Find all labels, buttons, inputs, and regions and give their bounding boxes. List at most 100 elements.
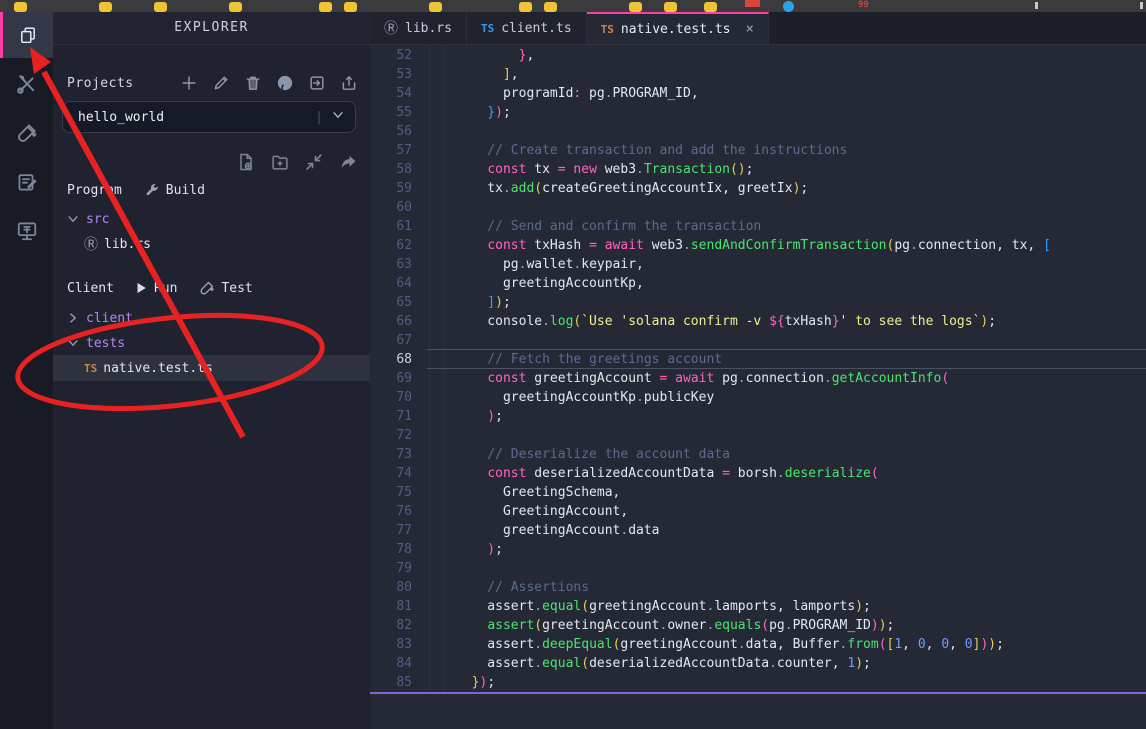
code-line[interactable]: 69 const greetingAccount = await pg.conn… bbox=[370, 369, 1146, 388]
tree-folder-tests[interactable]: tests bbox=[53, 332, 370, 354]
code-text: ], bbox=[456, 65, 519, 84]
rename-project-button[interactable] bbox=[212, 74, 230, 92]
code-line[interactable]: 75 GreetingSchema, bbox=[370, 483, 1146, 502]
tab-native-test-ts[interactable]: TS native.test.ts × bbox=[587, 12, 769, 44]
test-tube-icon bbox=[199, 280, 215, 296]
import-project-button[interactable] bbox=[308, 74, 326, 92]
code-line[interactable]: 84 assert.equal(deserializedAccountData.… bbox=[370, 654, 1146, 673]
code-line[interactable]: 74 const deserializedAccountData = borsh… bbox=[370, 464, 1146, 483]
code-line[interactable]: 61 // Send and confirm the transaction bbox=[370, 217, 1146, 236]
github-button[interactable] bbox=[276, 74, 294, 92]
chevron-down-icon bbox=[331, 108, 345, 126]
code-line[interactable]: 52 }, bbox=[370, 46, 1146, 65]
code-line[interactable]: 55 }); bbox=[370, 103, 1146, 122]
explorer-panel: EXPLORER Projects hello_world | Program … bbox=[53, 12, 371, 729]
new-file-button[interactable] bbox=[236, 152, 256, 172]
code-line[interactable]: 58 const tx = new web3.Transaction(); bbox=[370, 160, 1146, 179]
bookmark-favicon bbox=[704, 2, 717, 12]
code-line[interactable]: 81 assert.equal(greetingAccount.lamports… bbox=[370, 597, 1146, 616]
tree-folder-src[interactable]: src bbox=[53, 208, 370, 230]
tree-file-librs[interactable]: Ⓡ lib.rs bbox=[53, 233, 370, 255]
code-line[interactable]: 72 bbox=[370, 426, 1146, 445]
play-icon bbox=[134, 281, 148, 295]
code-line[interactable]: 65 ]); bbox=[370, 293, 1146, 312]
line-number: 59 bbox=[370, 179, 412, 198]
code-line[interactable]: 71 ); bbox=[370, 407, 1146, 426]
line-number: 55 bbox=[370, 103, 412, 122]
delete-project-button[interactable] bbox=[244, 74, 262, 92]
code-text: const txHash = await web3.sendAndConfirm… bbox=[456, 236, 1051, 255]
code-text: GreetingAccount, bbox=[456, 502, 628, 521]
code-line[interactable]: 70 greetingAccountKp.publicKey bbox=[370, 388, 1146, 407]
code-text: ]); bbox=[456, 293, 511, 312]
code-text: tx.add(createGreetingAccountIx, greetIx)… bbox=[456, 179, 808, 198]
rust-icon: Ⓡ bbox=[384, 18, 398, 38]
line-number: 75 bbox=[370, 483, 412, 502]
activity-item-test[interactable] bbox=[0, 110, 53, 156]
code-line[interactable]: 56 bbox=[370, 122, 1146, 141]
rust-icon: Ⓡ bbox=[84, 234, 98, 254]
activity-item-explorer[interactable] bbox=[0, 12, 53, 58]
code-line[interactable]: 82 assert(greetingAccount.owner.equals(p… bbox=[370, 616, 1146, 635]
chevron-right-icon bbox=[66, 311, 80, 325]
bookmark-favicon bbox=[664, 2, 677, 12]
code-text: // Fetch the greetings account bbox=[456, 350, 722, 369]
export-project-button[interactable] bbox=[340, 74, 358, 92]
code-text: // Assertions bbox=[456, 578, 589, 597]
build-button[interactable]: Build bbox=[144, 182, 205, 198]
bookmark-favicon bbox=[319, 2, 332, 12]
tab-librs[interactable]: Ⓡ lib.rs bbox=[370, 12, 467, 44]
tree-folder-client[interactable]: client bbox=[53, 307, 370, 329]
projects-label: Projects bbox=[67, 76, 134, 91]
tree-file-native-test[interactable]: TS native.test.ts bbox=[53, 355, 370, 381]
line-number: 60 bbox=[370, 198, 412, 217]
code-line[interactable]: 73 // Deserialize the account data bbox=[370, 445, 1146, 464]
code-line[interactable]: 67 bbox=[370, 331, 1146, 350]
code-text: assert.equal(deserializedAccountData.cou… bbox=[456, 654, 871, 673]
code-line[interactable]: 53 ], bbox=[370, 65, 1146, 84]
line-number: 53 bbox=[370, 65, 412, 84]
code-line[interactable]: 85 }); bbox=[370, 673, 1146, 692]
code-line[interactable]: 66 console.log(`Use 'solana confirm -v $… bbox=[370, 312, 1146, 331]
line-number: 69 bbox=[370, 369, 412, 388]
activity-item-programs[interactable] bbox=[0, 208, 53, 254]
activity-item-build-tools[interactable] bbox=[0, 61, 53, 107]
bookmark-favicon bbox=[229, 2, 242, 12]
code-line[interactable]: 80 // Assertions bbox=[370, 578, 1146, 597]
new-folder-button[interactable] bbox=[270, 152, 290, 172]
activity-item-tutorials[interactable] bbox=[0, 159, 53, 205]
code-line[interactable]: 64 greetingAccountKp, bbox=[370, 274, 1146, 293]
code-line[interactable]: 54 programId: pg.PROGRAM_ID, bbox=[370, 84, 1146, 103]
code-text: assert.equal(greetingAccount.lamports, l… bbox=[456, 597, 871, 616]
test-button[interactable]: Test bbox=[199, 280, 252, 296]
code-line[interactable]: 76 GreetingAccount, bbox=[370, 502, 1146, 521]
bookmark-favicon bbox=[429, 2, 442, 12]
bookmark-favicon: 99 bbox=[858, 0, 869, 10]
code-line[interactable]: 79 bbox=[370, 559, 1146, 578]
code-line[interactable]: 68 // Fetch the greetings account bbox=[370, 350, 1146, 369]
code-text: assert.deepEqual(greetingAccount.data, B… bbox=[456, 635, 1004, 654]
code-line[interactable]: 83 assert.deepEqual(greetingAccount.data… bbox=[370, 635, 1146, 654]
close-tab-icon[interactable]: × bbox=[746, 21, 754, 37]
line-number: 57 bbox=[370, 141, 412, 160]
code-line[interactable]: 63 pg.wallet.keypair, bbox=[370, 255, 1146, 274]
project-select[interactable]: hello_world | bbox=[62, 101, 356, 133]
build-tools-icon bbox=[16, 73, 38, 95]
new-project-button[interactable] bbox=[180, 74, 198, 92]
code-line[interactable]: 62 const txHash = await web3.sendAndConf… bbox=[370, 236, 1146, 255]
test-icon bbox=[16, 122, 38, 144]
collapse-folders-button[interactable] bbox=[304, 152, 324, 172]
line-number: 63 bbox=[370, 255, 412, 274]
code-text: greetingAccountKp, bbox=[456, 274, 644, 293]
share-button[interactable] bbox=[338, 152, 358, 172]
code-line[interactable]: 57 // Create transaction and add the ins… bbox=[370, 141, 1146, 160]
code-line[interactable]: 77 greetingAccount.data bbox=[370, 521, 1146, 540]
explorer-icon bbox=[19, 26, 37, 44]
code-line[interactable]: 78 ); bbox=[370, 540, 1146, 559]
tab-clientts[interactable]: TS client.ts bbox=[467, 12, 587, 44]
code-line[interactable]: 59 tx.add(createGreetingAccountIx, greet… bbox=[370, 179, 1146, 198]
run-button[interactable]: Run bbox=[134, 281, 177, 296]
line-number: 71 bbox=[370, 407, 412, 426]
tutorials-icon bbox=[16, 171, 38, 193]
code-line[interactable]: 60 bbox=[370, 198, 1146, 217]
